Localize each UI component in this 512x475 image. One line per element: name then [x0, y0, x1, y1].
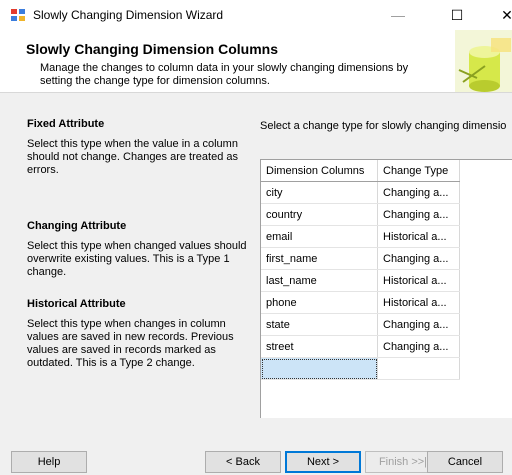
column-header-change-type[interactable]: Change Type	[377, 160, 460, 182]
table-row[interactable]: street Changing a...	[261, 335, 460, 358]
new-row-change-type-cell[interactable]	[377, 357, 460, 380]
change-type-cell[interactable]: Changing a...	[377, 181, 460, 204]
maximize-icon[interactable]: ☐	[434, 0, 480, 30]
title-bar: Slowly Changing Dimension Wizard — ☐ ✕	[0, 0, 512, 30]
help-button[interactable]: Help	[11, 451, 87, 473]
change-type-cell[interactable]: Changing a...	[377, 247, 460, 270]
dimension-columns-grid[interactable]: Dimension Columns Change Type city Chang…	[260, 159, 512, 423]
next-button[interactable]: Next >	[285, 451, 361, 473]
help-pane: Fixed Attribute Select this type when th…	[0, 93, 258, 418]
fixed-attribute-desc: Select this type when the value in a col…	[27, 138, 238, 176]
wizard-footer: Help < Back Next > Finish >>| Cancel	[0, 418, 512, 475]
dimension-column-cell[interactable]: email	[261, 225, 378, 248]
dimension-column-cell[interactable]: street	[261, 335, 378, 358]
new-row[interactable]	[261, 357, 460, 380]
change-type-cell[interactable]: Changing a...	[377, 313, 460, 336]
new-row-dimension-cell[interactable]	[261, 357, 378, 380]
historical-attribute-desc: Select this type when changes in column …	[27, 318, 234, 369]
table-row[interactable]: state Changing a...	[261, 313, 460, 336]
dimension-column-cell[interactable]: last_name	[261, 269, 378, 292]
minimize-icon[interactable]: —	[375, 0, 421, 30]
dimension-column-cell[interactable]: state	[261, 313, 378, 336]
table-row[interactable]: city Changing a...	[261, 181, 460, 204]
page-title: Slowly Changing Dimension Columns	[26, 41, 279, 57]
changing-attribute-desc: Select this type when changed values sho…	[27, 240, 247, 278]
table-row[interactable]: last_name Historical a...	[261, 269, 460, 292]
change-type-cell[interactable]: Historical a...	[377, 291, 460, 314]
table-row[interactable]: first_name Changing a...	[261, 247, 460, 270]
cancel-button[interactable]: Cancel	[427, 451, 503, 473]
table-row[interactable]: country Changing a...	[261, 203, 460, 226]
table-row[interactable]: email Historical a...	[261, 225, 460, 248]
fixed-attribute-title: Fixed Attribute	[27, 118, 105, 130]
back-button[interactable]: < Back	[205, 451, 281, 473]
window-title: Slowly Changing Dimension Wizard	[33, 8, 224, 22]
grid-header-row: Dimension Columns Change Type	[261, 160, 460, 182]
change-type-cell[interactable]: Historical a...	[377, 269, 460, 292]
change-type-cell[interactable]: Changing a...	[377, 203, 460, 226]
dimension-column-cell[interactable]: country	[261, 203, 378, 226]
column-header-dimension-columns[interactable]: Dimension Columns	[261, 160, 378, 182]
change-type-cell[interactable]: Changing a...	[377, 335, 460, 358]
dimension-column-cell[interactable]: first_name	[261, 247, 378, 270]
instruction-text: Select a change type for slowly changing…	[260, 120, 507, 132]
database-cylinder-icon	[455, 30, 512, 92]
wizard-header: Slowly Changing Dimension Columns Manage…	[0, 30, 512, 93]
table-row[interactable]: phone Historical a...	[261, 291, 460, 314]
change-type-cell[interactable]: Historical a...	[377, 225, 460, 248]
dimension-column-cell[interactable]: phone	[261, 291, 378, 314]
dimension-column-cell[interactable]: city	[261, 181, 378, 204]
historical-attribute-title: Historical Attribute	[27, 298, 126, 310]
wizard-app-icon	[11, 9, 25, 21]
page-description: Manage the changes to column data in you…	[40, 62, 409, 87]
main-panel: Fixed Attribute Select this type when th…	[0, 93, 512, 423]
close-icon[interactable]: ✕	[484, 0, 512, 30]
changing-attribute-title: Changing Attribute	[27, 220, 127, 232]
